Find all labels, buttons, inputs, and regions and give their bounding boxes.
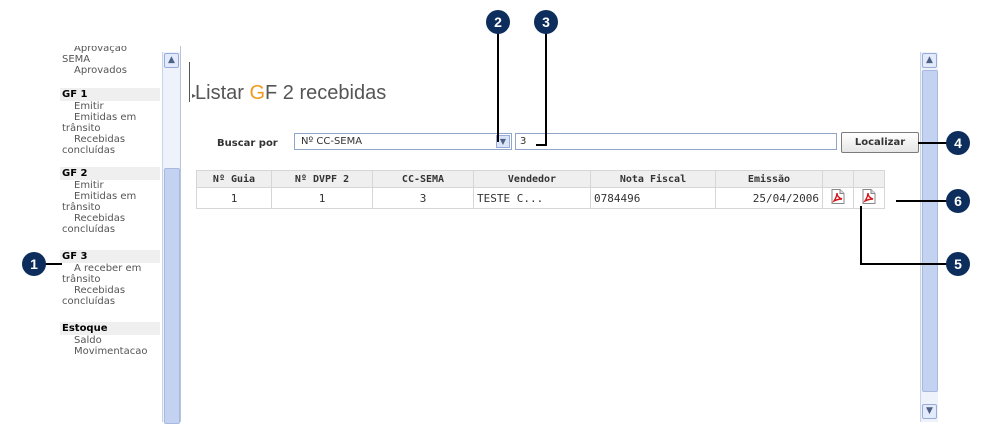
cell-dvpf: 1: [271, 187, 373, 209]
main-scroll-thumb[interactable]: [922, 70, 938, 392]
callout-badge-2: 2: [486, 10, 510, 34]
sidebar-item-gf3-a-receber-cont[interactable]: trânsito: [60, 274, 160, 285]
scroll-up-icon[interactable]: ▲: [922, 53, 937, 68]
cell-vendedor: TESTE C...: [473, 187, 591, 209]
sidebar-item-gf3-a-receber[interactable]: A receber em: [60, 263, 160, 274]
sidebar-item-gf2-emitidas-cont[interactable]: trânsito: [60, 202, 160, 213]
callout-badge-6: 6: [946, 189, 970, 213]
search-input[interactable]: [515, 133, 837, 150]
callout-line-6: [896, 200, 948, 202]
callout-line-5v: [860, 206, 862, 264]
sidebar-item-movimentacao[interactable]: Movimentacao: [60, 346, 160, 357]
sidebar-section-gf3: GF 3: [60, 250, 160, 263]
cell-pdf-2: [853, 187, 885, 209]
pdf-icon[interactable]: [862, 189, 876, 204]
sidebar-item-gf1-emitir[interactable]: Emitir: [60, 101, 160, 112]
search-field-select[interactable]: Nº CC-SEMA ▼: [294, 133, 512, 150]
cell-nota-fiscal: 0784496: [590, 187, 716, 209]
scroll-down-icon[interactable]: ▼: [922, 404, 937, 419]
sidebar-item-gf2-emitir[interactable]: Emitir: [60, 180, 160, 191]
sidebar-item-gf1-recebidas-cont[interactable]: concluídas: [60, 145, 160, 156]
callout-line-3b: [536, 144, 547, 146]
sidebar-item-gf1-recebidas[interactable]: Recebidas: [60, 134, 160, 145]
sidebar-item-gf2-emitidas[interactable]: Emitidas em: [60, 191, 160, 202]
scroll-up-icon[interactable]: ▲: [164, 53, 179, 68]
sidebar-section-gf1: GF 1: [60, 88, 160, 101]
callout-badge-5: 5: [946, 252, 970, 276]
cell-cc-sema: 3: [372, 187, 474, 209]
sidebar-item-gf1-emitidas[interactable]: Emitidas em: [60, 112, 160, 123]
sidebar-item-aprovacao[interactable]: Aprovação: [60, 46, 160, 54]
sidebar-section-gf2: GF 2: [60, 167, 160, 180]
sidebar-item-gf3-recebidas[interactable]: Recebidas: [60, 285, 160, 296]
table-row[interactable]: 1 1 3 TESTE C... 0784496 25/04/2006: [196, 187, 885, 209]
page-title-prefix: Listar: [195, 82, 250, 104]
column-header-nota-fiscal: Nota Fiscal: [590, 170, 716, 188]
page-title: Listar GF 2 recebidas: [195, 82, 386, 105]
column-header-dvpf: Nº DVPF 2: [271, 170, 373, 188]
cell-emissao: 25/04/2006: [715, 187, 823, 209]
sidebar-item-sema[interactable]: SEMA: [60, 54, 160, 65]
callout-badge-4: 4: [946, 131, 970, 155]
callout-badge-1: 1: [22, 252, 46, 276]
column-header-pdf1: [822, 170, 854, 188]
main-scrollbar[interactable]: ▲ ▼: [920, 52, 938, 422]
callout-line-2: [497, 30, 499, 142]
column-header-vendedor: Vendedor: [473, 170, 591, 188]
sidebar-section-estoque: Estoque: [60, 322, 160, 335]
results-table: Nº Guia Nº DVPF 2 CC-SEMA Vendedor Nota …: [196, 170, 885, 209]
column-header-cc-sema: CC-SEMA: [372, 170, 474, 188]
sidebar-scroll-thumb[interactable]: [164, 168, 180, 424]
callout-line-3: [545, 30, 547, 145]
cell-guia: 1: [196, 187, 272, 209]
main-panel: ▸ Listar GF 2 recebidas Buscar por Nº CC…: [180, 46, 937, 422]
sidebar-item-gf2-recebidas[interactable]: Recebidas: [60, 213, 160, 224]
sidebar-item-gf2-recebidas-cont[interactable]: concluídas: [60, 224, 160, 235]
sidebar-item-aprovados[interactable]: Aprovados: [60, 65, 160, 76]
column-header-guia: Nº Guia: [196, 170, 272, 188]
column-header-pdf2: [853, 170, 885, 188]
column-header-emissao: Emissão: [715, 170, 823, 188]
callout-badge-3: 3: [534, 10, 558, 34]
search-field-value: Nº CC-SEMA: [301, 136, 363, 147]
page-title-rest: F 2 recebidas: [265, 82, 387, 104]
page-title-accent: G: [249, 82, 266, 104]
search-button[interactable]: Localizar: [841, 132, 919, 153]
pdf-icon[interactable]: [831, 189, 845, 204]
callout-line-4: [918, 142, 948, 144]
sidebar-item-gf1-emitidas-cont[interactable]: trânsito: [60, 123, 160, 134]
sidebar-scrollbar[interactable]: ▲: [162, 52, 180, 424]
search-label: Buscar por: [217, 138, 278, 149]
sidebar-item-gf3-recebidas-cont[interactable]: concluídas: [60, 296, 160, 307]
callout-line-5h: [860, 263, 948, 265]
cell-pdf-1: [822, 187, 854, 209]
table-header-row: Nº Guia Nº DVPF 2 CC-SEMA Vendedor Nota …: [196, 170, 885, 188]
title-divider: [189, 62, 190, 102]
sidebar-item-saldo[interactable]: Saldo: [60, 335, 160, 346]
sidebar-nav: Aprovação SEMA Aprovados GF 1 Emitir Emi…: [60, 46, 160, 422]
